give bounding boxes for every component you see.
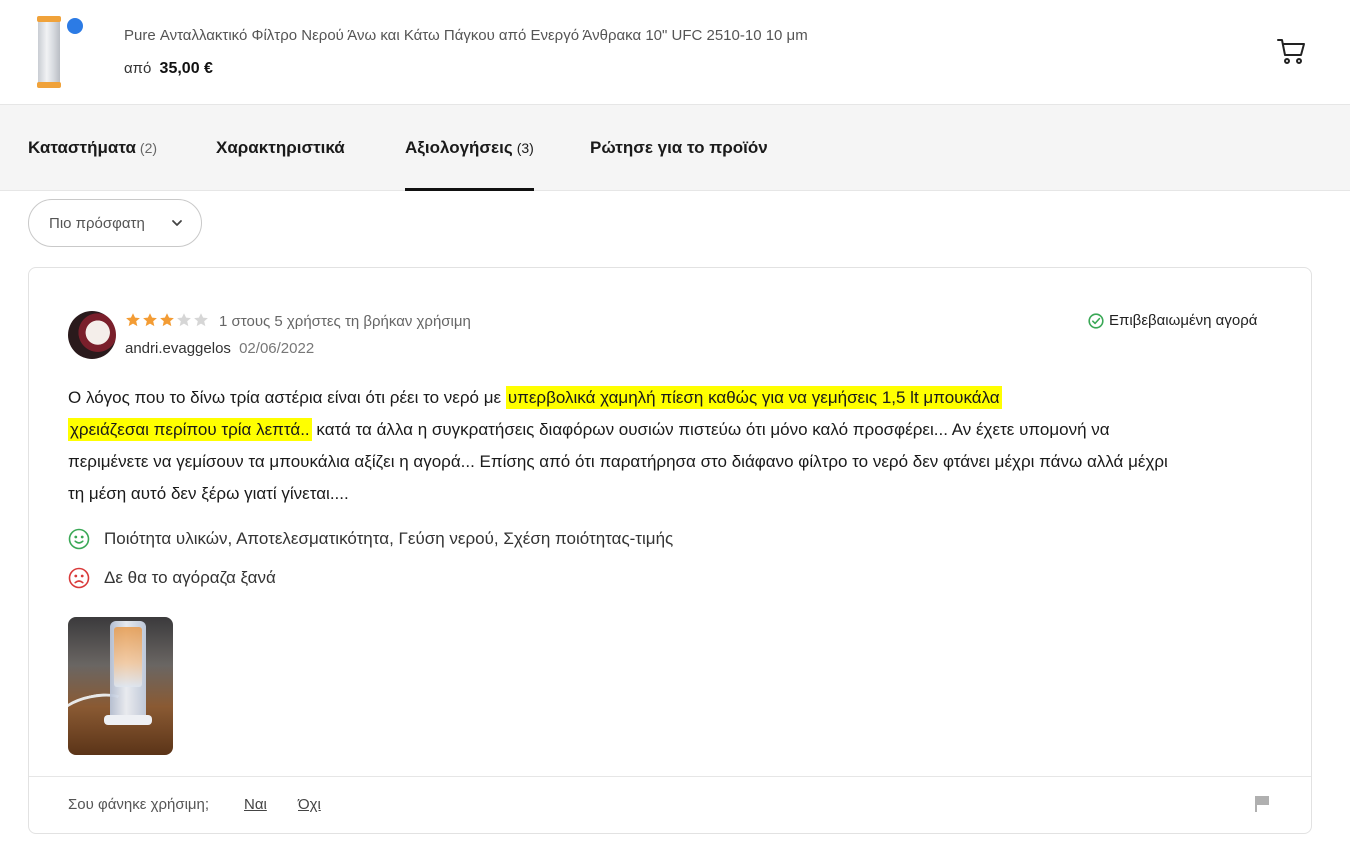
tab-features[interactable]: Χαρακτηριστικά xyxy=(216,105,345,191)
star-filled-icon xyxy=(160,313,174,327)
helpful-question: Σου φάνηκε χρήσιμη; xyxy=(68,796,210,813)
brand-badge-icon xyxy=(67,18,83,34)
sort-dropdown[interactable]: Πιο πρόσφατη xyxy=(28,199,202,247)
photo-cartridge xyxy=(114,627,142,687)
review-text-part: Ο λόγος που το δίνω τρία αστέρια είναι ό… xyxy=(68,388,506,407)
sort-label: Πιο πρόσφατη xyxy=(49,214,145,232)
report-button[interactable] xyxy=(1253,794,1273,814)
cartridge-cap-bottom xyxy=(37,82,61,88)
chevron-down-icon xyxy=(172,220,182,226)
tab-stores-label: Καταστήματα xyxy=(28,138,136,157)
pros-text: Ποιότητα υλικών, Αποτελεσματικότητα, Γεύ… xyxy=(104,529,674,548)
star-filled-icon xyxy=(126,313,140,327)
tab-reviews[interactable]: Αξιολογήσεις (3) xyxy=(405,105,534,191)
star-empty-icon xyxy=(177,313,191,327)
review-author: andri.evaggelos xyxy=(125,340,231,357)
product-title[interactable]: Pure Ανταλλακτικό Φίλτρο Νερού Άνω και Κ… xyxy=(124,27,808,44)
verified-label: Επιβεβαιωμένη αγορά xyxy=(1109,312,1258,329)
review-highlight: υπερβολικά χαμηλή πίεση καθώς για να γεμ… xyxy=(505,386,1002,409)
price-row: από 35,00 € xyxy=(124,60,213,78)
vote-no-link[interactable]: Όχι xyxy=(298,796,321,813)
star-rating xyxy=(125,312,209,328)
review-pros: Ποιότητα υλικών, Αποτελεσματικότητα, Γεύ… xyxy=(68,528,673,550)
product-price: 35,00 € xyxy=(159,60,213,77)
review-date: 02/06/2022 xyxy=(239,340,315,357)
cons-text: Δε θα το αγόραζα ξανά xyxy=(104,568,276,587)
review-cons: Δε θα το αγόραζα ξανά xyxy=(68,567,276,589)
helpful-count-text: 1 στους 5 χρήστες τη βρήκαν χρήσιμη xyxy=(219,313,471,330)
cart-icon xyxy=(1277,39,1305,64)
product-tabs: Καταστήματα (2) Χαρακτηριστικά Αξιολογήσε… xyxy=(0,105,1350,191)
price-prefix: από xyxy=(124,60,152,77)
tab-stores[interactable]: Καταστήματα (2) xyxy=(28,105,157,191)
verified-purchase: Επιβεβαιωμένη αγορά xyxy=(1088,312,1257,329)
star-filled-icon xyxy=(143,313,157,327)
cartridge-cap-top xyxy=(37,16,61,22)
avatar xyxy=(68,311,116,359)
review-text: Ο λόγος που το δίνω τρία αστέρια είναι ό… xyxy=(68,382,1178,510)
smile-icon xyxy=(68,528,90,550)
tab-reviews-count: (3) xyxy=(516,140,534,156)
cart-button[interactable] xyxy=(1276,36,1310,70)
review-photo-image[interactable] xyxy=(68,617,173,755)
frown-icon xyxy=(68,567,90,589)
tab-ask-question[interactable]: Ρώτησε για το προϊόν xyxy=(590,105,768,191)
tab-stores-count: (2) xyxy=(139,140,158,156)
star-empty-icon xyxy=(194,313,208,327)
tab-reviews-label: Αξιολογήσεις xyxy=(405,138,513,157)
flag-icon xyxy=(1255,796,1269,812)
tab-features-label: Χαρακτηριστικά xyxy=(216,138,345,157)
review-author-line: andri.evaggelos 02/06/2022 xyxy=(125,340,314,357)
review-highlight: χρειάζεσαι περίπου τρία λεπτά.. xyxy=(68,418,312,441)
product-header: Pure Ανταλλακτικό Φίλτρο Νερού Άνω και Κ… xyxy=(0,0,1350,105)
divider xyxy=(29,776,1311,777)
vote-yes-link[interactable]: Ναι xyxy=(244,796,267,813)
product-thumbnail[interactable] xyxy=(30,14,90,90)
filter-cartridge-image xyxy=(38,18,60,88)
check-circle-icon xyxy=(1088,312,1104,329)
photo-base xyxy=(104,715,152,725)
tab-ask-question-label: Ρώτησε για το προϊόν xyxy=(590,138,768,157)
review-card: 1 στους 5 χρήστες τη βρήκαν χρήσιμη andr… xyxy=(28,267,1312,834)
